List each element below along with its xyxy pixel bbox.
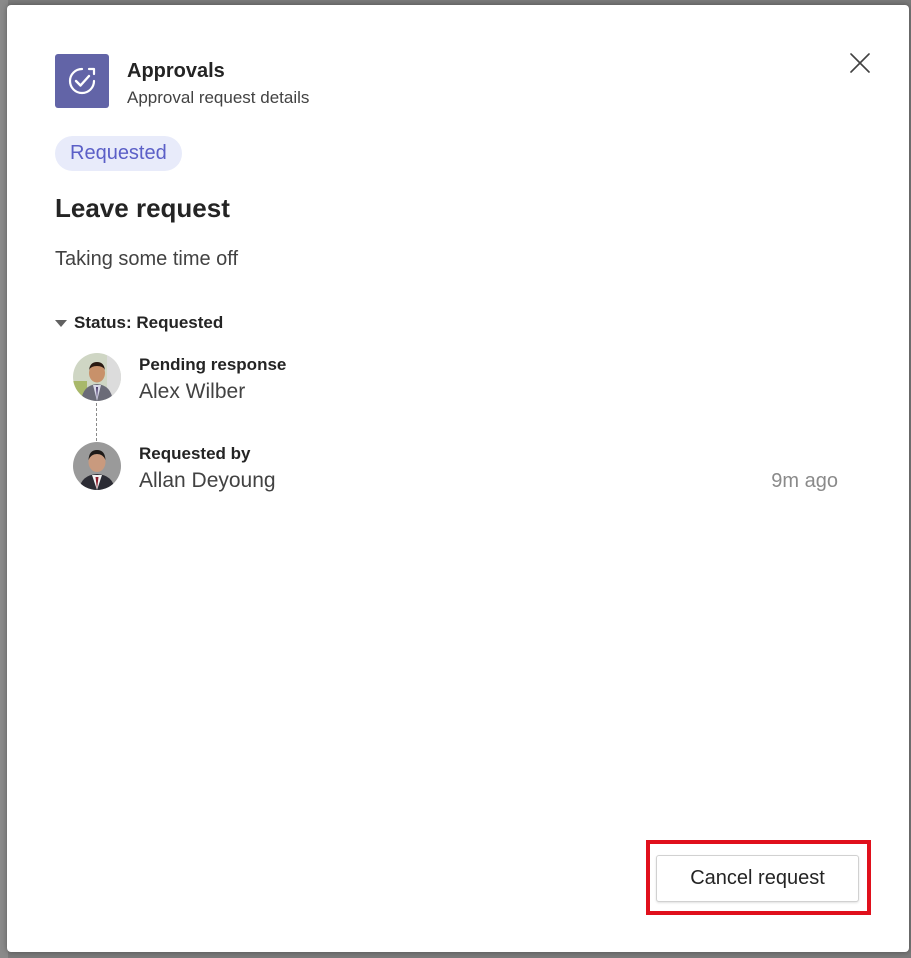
status-badge: Requested — [55, 136, 182, 171]
avatar — [73, 353, 121, 401]
approvals-check-icon — [68, 67, 96, 95]
step-person-name: Alex Wilber — [139, 380, 246, 403]
step-timestamp: 9m ago — [771, 470, 838, 492]
app-subtitle: Approval request details — [127, 88, 310, 107]
status-section-toggle[interactable]: Status: Requested — [55, 313, 223, 333]
request-title: Leave request — [55, 193, 230, 223]
step-label: Pending response — [139, 355, 287, 374]
timeline-connector — [96, 403, 97, 441]
close-button[interactable] — [847, 50, 873, 76]
avatar — [73, 442, 121, 490]
step-person-name: Allan Deyoung — [139, 469, 276, 492]
step-label: Requested by — [139, 444, 251, 463]
app-title: Approvals — [127, 60, 225, 82]
caret-down-icon — [55, 320, 67, 327]
request-description: Taking some time off — [55, 248, 239, 270]
cancel-request-button[interactable]: Cancel request — [656, 855, 859, 902]
approval-details-dialog: Approvals Approval request details Reque… — [7, 5, 909, 952]
approvals-app-icon — [55, 54, 109, 108]
status-section-label: Status: Requested — [74, 313, 224, 332]
close-icon — [850, 53, 870, 73]
